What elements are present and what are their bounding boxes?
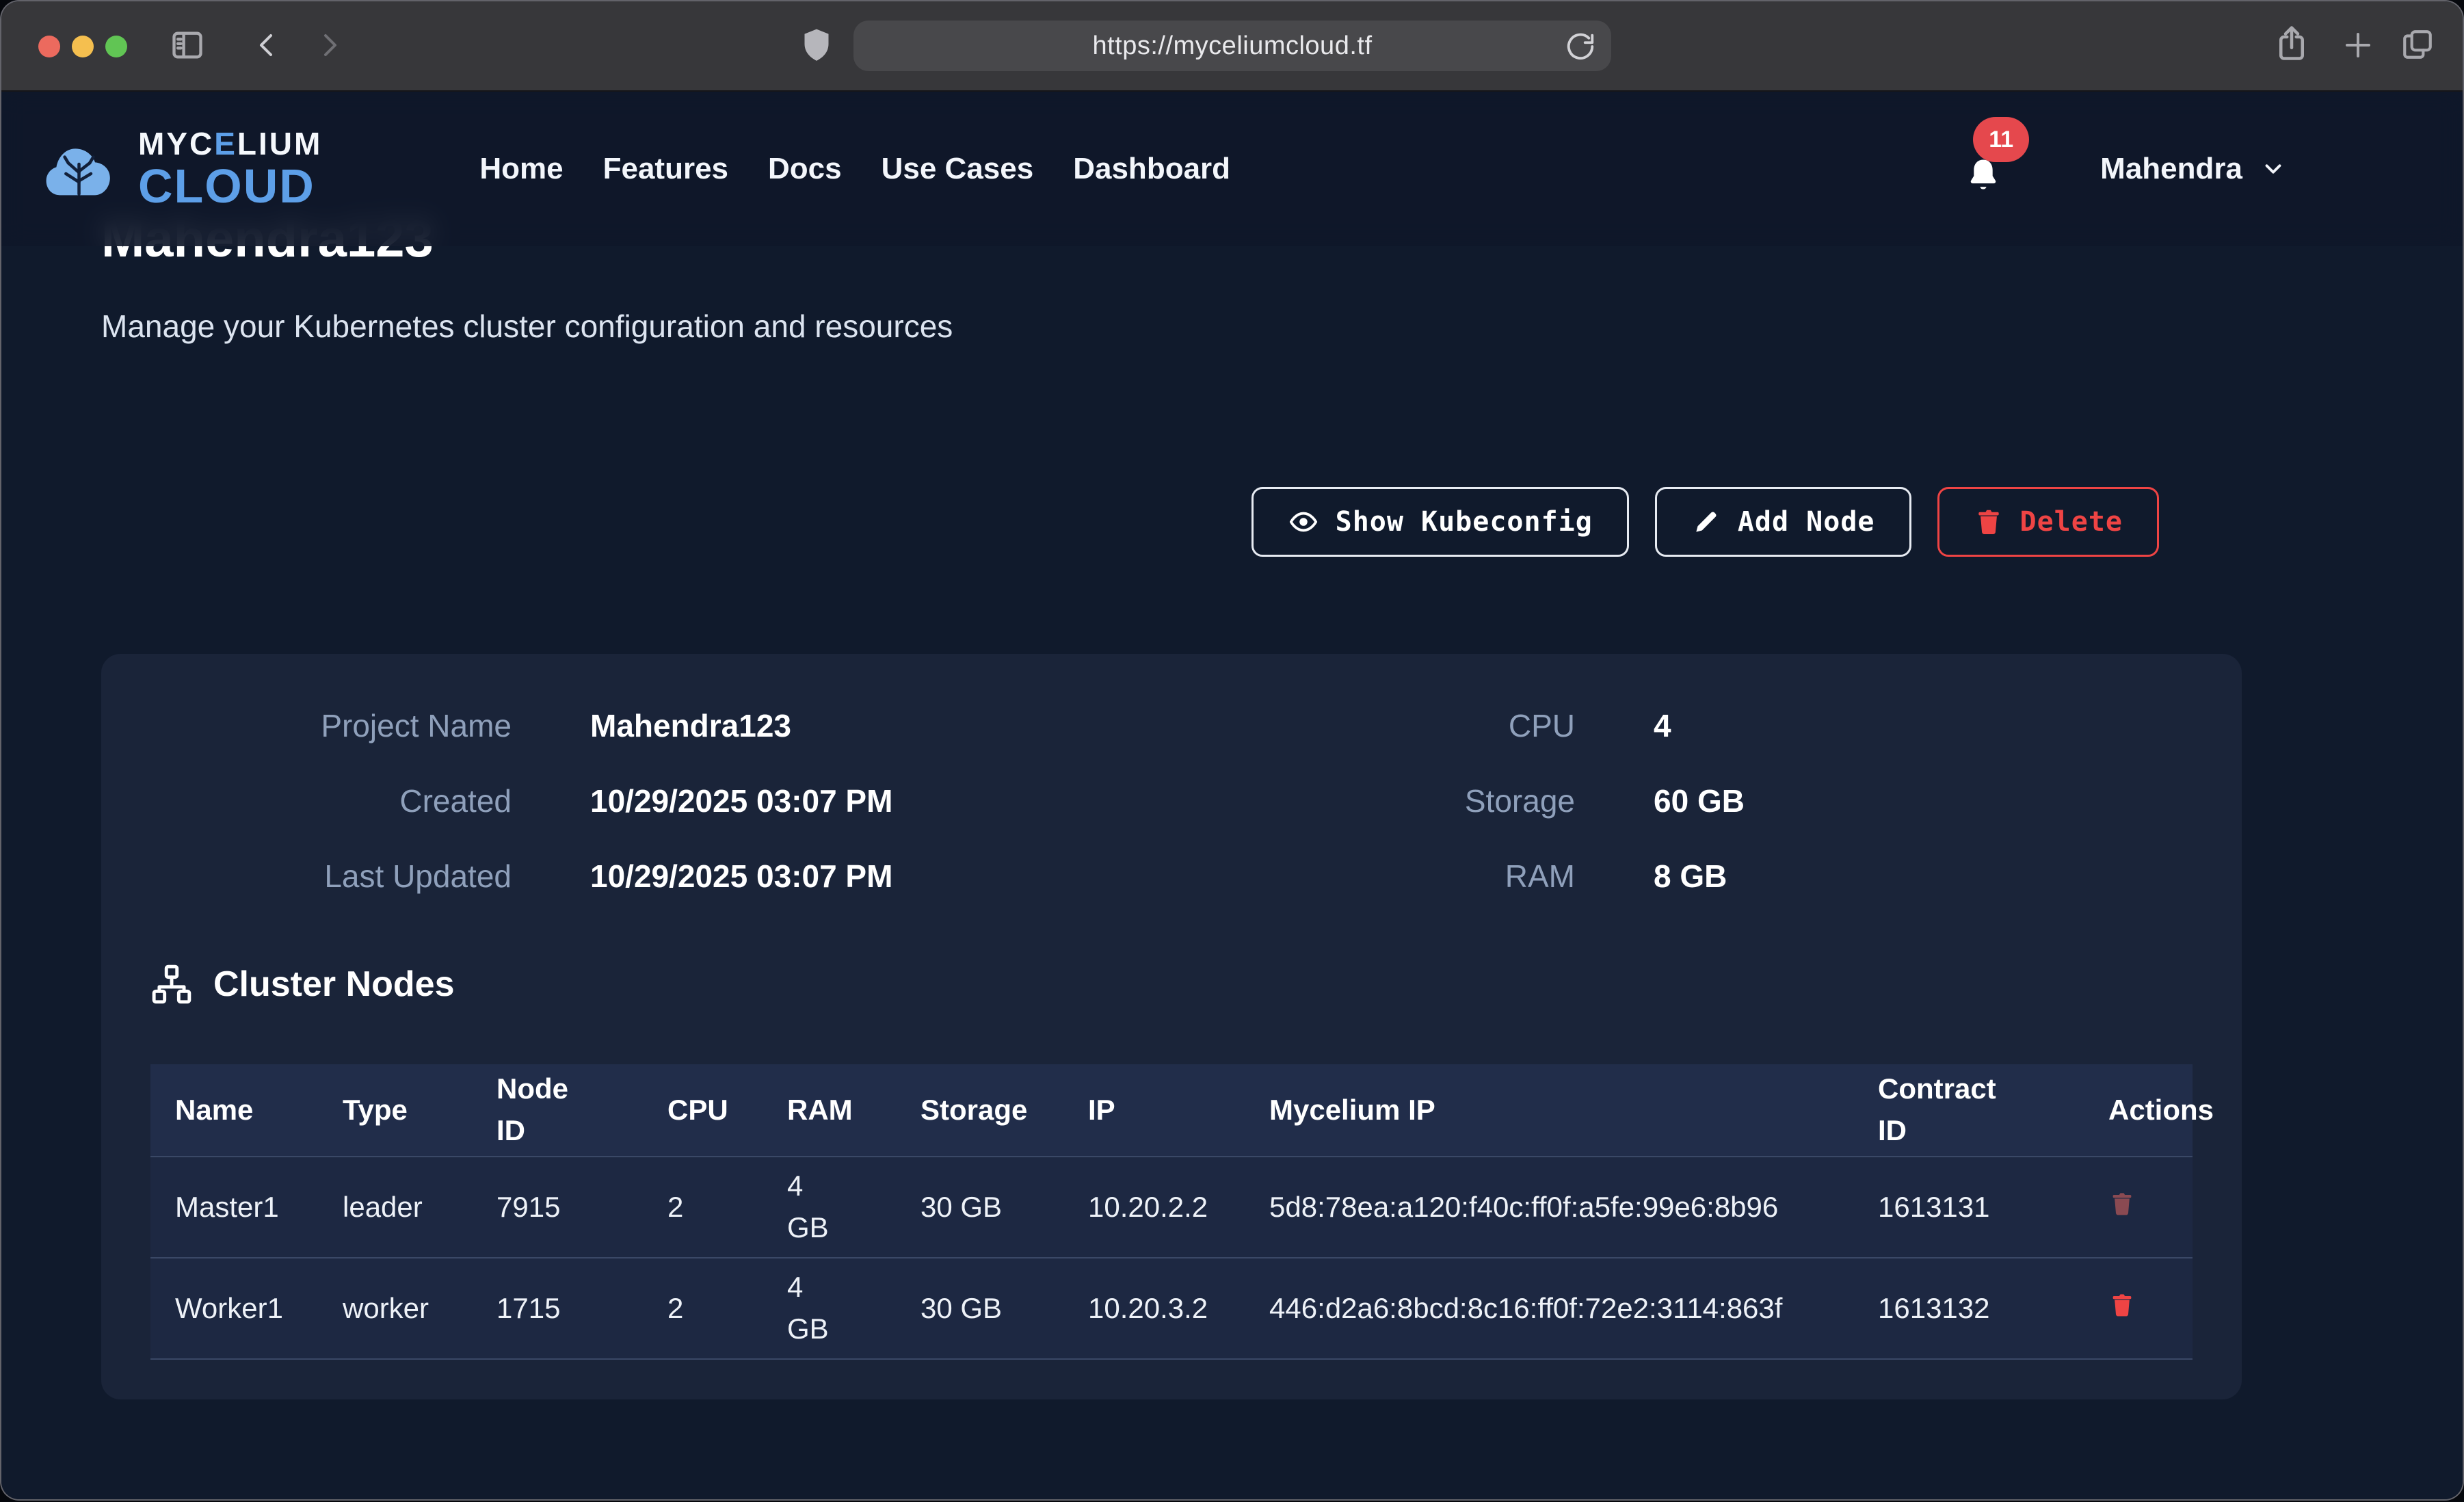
chevron-down-icon <box>2260 156 2286 182</box>
browser-window: https://myceliumcloud.tf Mahendra123 Man… <box>1 1 2463 1499</box>
main-navigation: Home Features Docs Use Cases Dashboard <box>479 152 1230 186</box>
browser-chrome: https://myceliumcloud.tf <box>1 1 2463 92</box>
logo-text: MYCELIUM CLOUD <box>138 128 322 210</box>
trash-icon <box>2108 1291 2136 1319</box>
new-tab-icon[interactable] <box>2342 29 2374 62</box>
network-icon <box>150 963 193 1005</box>
eye-icon <box>1288 506 1319 538</box>
cell-ram: 4 GB <box>763 1157 896 1258</box>
cell-actions <box>2084 1258 2193 1359</box>
forward-button[interactable] <box>313 29 346 62</box>
delete-cluster-button[interactable]: Delete <box>1937 487 2160 557</box>
nav-link-use-cases[interactable]: Use Cases <box>882 152 1034 186</box>
cell-mycelium-ip: 446:d2a6:8bcd:8c16:ff0f:72e2:3114:863f <box>1245 1258 1853 1359</box>
minimize-window-button[interactable] <box>72 36 94 57</box>
cluster-nodes-heading: Cluster Nodes <box>150 963 455 1005</box>
delete-node-button[interactable] <box>2108 1190 2136 1217</box>
cell-ram: 4 GB <box>763 1258 896 1359</box>
traffic-lights <box>38 36 127 57</box>
cluster-actions: Show Kubeconfig Add Node Delete <box>1251 487 2159 557</box>
ram-value: 8 GB <box>1654 858 2242 895</box>
col-header-name: Name <box>150 1064 318 1157</box>
close-window-button[interactable] <box>38 36 60 57</box>
pencil-icon <box>1691 507 1721 537</box>
cell-cpu: 2 <box>643 1258 763 1359</box>
last-updated-value: 10/29/2025 03:07 PM <box>590 858 1113 895</box>
project-name-value: Mahendra123 <box>590 707 1113 744</box>
nav-link-dashboard[interactable]: Dashboard <box>1073 152 1230 186</box>
created-value: 10/29/2025 03:07 PM <box>590 782 1113 819</box>
storage-label: Storage <box>1192 782 1575 819</box>
user-name: Mahendra <box>2100 152 2242 186</box>
cell-node-id: 7915 <box>472 1157 643 1258</box>
col-header-ip: IP <box>1063 1064 1245 1157</box>
logo[interactable]: MYCELIUM CLOUD <box>40 128 322 210</box>
cell-storage: 30 GB <box>896 1157 1063 1258</box>
cell-type: worker <box>318 1258 472 1359</box>
col-header-node-id: Node ID <box>472 1064 643 1157</box>
col-header-ram: RAM <box>763 1064 896 1157</box>
cpu-value: 4 <box>1654 707 2242 744</box>
cell-actions <box>2084 1157 2193 1258</box>
navbar-right: 11 Mahendra <box>1962 140 2286 198</box>
page-subtitle: Manage your Kubernetes cluster configura… <box>101 308 953 345</box>
notification-count-badge: 11 <box>1973 117 2029 162</box>
cell-mycelium-ip: 5d8:78ea:a120:f40c:ff0f:a5fe:99e6:8b96 <box>1245 1157 1853 1258</box>
logo-line2: CLOUD <box>138 162 322 210</box>
cluster-info-grid: Project Name Mahendra123 CPU 4 Created 1… <box>101 654 2242 895</box>
add-node-button[interactable]: Add Node <box>1655 487 1911 557</box>
url-text: https://myceliumcloud.tf <box>1092 31 1372 61</box>
col-header-contract-id: Contract ID <box>1853 1064 2084 1157</box>
created-label: Created <box>101 782 512 819</box>
show-kubeconfig-button[interactable]: Show Kubeconfig <box>1251 487 1629 557</box>
user-menu[interactable]: Mahendra <box>2100 152 2286 186</box>
project-name-label: Project Name <box>101 707 512 744</box>
table-row: Worker1 worker 1715 2 4 GB 30 GB 10.20.3… <box>150 1258 2193 1359</box>
notifications-button[interactable]: 11 <box>1962 140 2011 198</box>
col-header-type: Type <box>318 1064 472 1157</box>
nav-link-docs[interactable]: Docs <box>768 152 842 186</box>
last-updated-label: Last Updated <box>101 858 512 895</box>
trash-icon <box>2108 1190 2136 1217</box>
nav-link-features[interactable]: Features <box>603 152 728 186</box>
privacy-shield-icon[interactable] <box>797 26 836 64</box>
cell-contract-id: 1613131 <box>1853 1157 2084 1258</box>
address-bar[interactable]: https://myceliumcloud.tf <box>853 21 1611 71</box>
cell-ip: 10.20.2.2 <box>1063 1157 1245 1258</box>
sidebar-toggle-icon[interactable] <box>170 27 205 63</box>
cell-node-id: 1715 <box>472 1258 643 1359</box>
nav-link-home[interactable]: Home <box>479 152 563 186</box>
back-button[interactable] <box>250 29 283 62</box>
maximize-window-button[interactable] <box>105 36 127 57</box>
share-icon[interactable] <box>2273 25 2310 62</box>
cell-storage: 30 GB <box>896 1258 1063 1359</box>
cluster-nodes-title: Cluster Nodes <box>213 964 455 1005</box>
delete-node-button[interactable] <box>2108 1291 2136 1319</box>
reload-icon[interactable] <box>1565 31 1596 62</box>
col-header-actions: Actions <box>2084 1064 2193 1157</box>
top-navbar: MYCELIUM CLOUD Home Features Docs Use Ca… <box>1 92 2463 246</box>
cell-cpu: 2 <box>643 1157 763 1258</box>
col-header-cpu: CPU <box>643 1064 763 1157</box>
cell-contract-id: 1613132 <box>1853 1258 2084 1359</box>
page-body: Mahendra123 Manage your Kubernetes clust… <box>1 92 2463 1499</box>
cell-type: leader <box>318 1157 472 1258</box>
col-header-mycelium-ip: Mycelium IP <box>1245 1064 1853 1157</box>
table-row: Master1 leader 7915 2 4 GB 30 GB 10.20.2… <box>150 1157 2193 1258</box>
cluster-details-card: Project Name Mahendra123 CPU 4 Created 1… <box>101 654 2242 1399</box>
cell-ip: 10.20.3.2 <box>1063 1258 1245 1359</box>
table-header-row: Name Type Node ID CPU RAM Storage IP Myc… <box>150 1064 2193 1157</box>
cluster-nodes-table: Name Type Node ID CPU RAM Storage IP Myc… <box>150 1064 2193 1360</box>
logo-line1: MYCELIUM <box>138 128 322 159</box>
cell-name: Worker1 <box>150 1258 318 1359</box>
cpu-label: CPU <box>1192 707 1575 744</box>
col-header-storage: Storage <box>896 1064 1063 1157</box>
mycelium-cloud-logo-icon <box>40 133 123 205</box>
ram-label: RAM <box>1192 858 1575 895</box>
tab-overview-icon[interactable] <box>2400 27 2435 62</box>
cell-name: Master1 <box>150 1157 318 1258</box>
storage-value: 60 GB <box>1654 782 2242 819</box>
trash-icon <box>1974 507 2004 537</box>
